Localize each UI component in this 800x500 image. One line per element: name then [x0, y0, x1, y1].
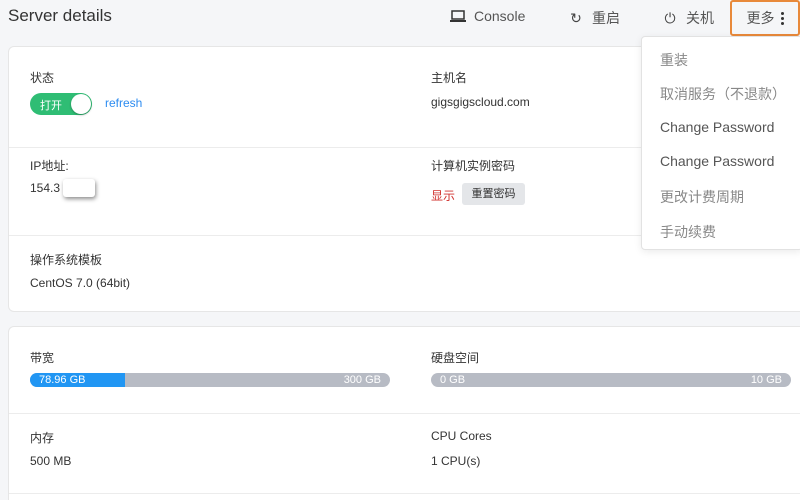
- cpu-value: 1 CPU(s): [431, 454, 481, 468]
- hostname-label: 主机名: [431, 71, 468, 85]
- console-label: Console: [474, 8, 526, 24]
- disk-total: 10 GB: [750, 374, 782, 386]
- memory-value: 500 MB: [30, 454, 72, 468]
- ip-label: IP地址:: [30, 159, 69, 173]
- divider: [9, 413, 800, 414]
- disk-used: 0 GB: [440, 374, 466, 386]
- menu-item-change-password[interactable]: Change Password: [660, 119, 774, 135]
- status-toggle[interactable]: 打开: [30, 93, 92, 115]
- refresh-link[interactable]: refresh: [105, 96, 142, 110]
- cpu-label: CPU Cores: [431, 429, 492, 443]
- more-dropdown-menu: 重装 取消服务（不退款） Change Password Change Pass…: [641, 36, 800, 250]
- restart-label: 重启: [592, 10, 620, 26]
- more-label: 更多: [746, 10, 775, 26]
- divider: [9, 493, 800, 494]
- monitor-icon: [450, 9, 466, 23]
- shutdown-button[interactable]: ⏻ 关机: [662, 8, 714, 28]
- toggle-knob: [71, 94, 91, 114]
- disk-bar: 0 GB 10 GB: [431, 373, 791, 387]
- menu-item-manual-renew[interactable]: 手动续费: [660, 222, 716, 242]
- reset-password-button[interactable]: 重置密码: [462, 183, 525, 205]
- bandwidth-total: 300 GB: [343, 374, 381, 386]
- bandwidth-label: 带宽: [30, 351, 55, 365]
- status-label: 状态: [30, 71, 55, 85]
- power-icon: ⏻: [664, 10, 676, 26]
- kebab-icon: [780, 11, 784, 25]
- menu-item-reinstall[interactable]: 重装: [660, 50, 688, 70]
- memory-label: 内存: [30, 431, 55, 445]
- password-label: 计算机实例密码: [431, 159, 516, 173]
- menu-item-billing-cycle[interactable]: 更改计费周期: [660, 187, 744, 207]
- bandwidth-bar: 78.96 GB 300 GB: [30, 373, 390, 387]
- bandwidth-used: 78.96 GB: [39, 374, 86, 386]
- refresh-icon: ↻: [570, 10, 582, 26]
- top-bar: Server details Console ↻ 重启 ⏻ 关机 更多: [0, 0, 800, 36]
- more-button[interactable]: 更多: [730, 0, 800, 36]
- toggle-text: 打开: [40, 100, 62, 112]
- resources-card: 带宽 78.96 GB 300 GB 硬盘空间 0 GB 10 GB 内存 50…: [8, 326, 800, 500]
- os-value: CentOS 7.0 (64bit): [30, 276, 131, 290]
- menu-item-cancel-service[interactable]: 取消服务（不退款）: [660, 84, 786, 104]
- page-title: Server details: [8, 6, 112, 25]
- disk-label: 硬盘空间: [431, 351, 480, 365]
- os-label: 操作系统模板: [30, 253, 103, 267]
- restart-button[interactable]: ↻ 重启: [568, 8, 620, 28]
- ip-value: 154.3: [30, 181, 61, 195]
- show-password-link[interactable]: 显示: [431, 187, 455, 204]
- hostname-value: gigsgigscloud.com: [431, 95, 530, 109]
- ip-redaction: [63, 179, 95, 197]
- console-button[interactable]: Console: [450, 8, 525, 24]
- menu-item-change-password-2[interactable]: Change Password: [660, 153, 774, 169]
- shutdown-label: 关机: [686, 10, 714, 26]
